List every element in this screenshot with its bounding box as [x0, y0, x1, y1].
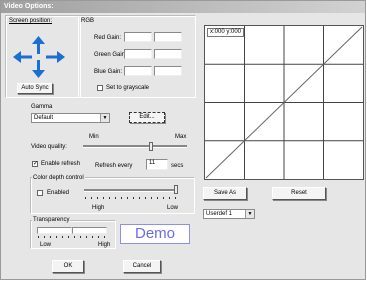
title-bar: Video Options: [1, 1, 365, 13]
chevron-down-icon: ▼ [100, 114, 109, 122]
preset-select[interactable]: Userdef 1 ▼ [203, 209, 255, 219]
slider-track [83, 145, 187, 148]
slider-thumb[interactable] [174, 185, 178, 194]
gamma-label: Gamma [31, 104, 53, 110]
transparency-slider[interactable] [37, 227, 109, 239]
transparency-high-label: High [98, 242, 111, 248]
slider-ticks [38, 236, 106, 238]
color-depth-slider[interactable] [84, 185, 180, 203]
position-arrows [13, 35, 65, 79]
arrow-left-icon[interactable] [13, 51, 32, 63]
video-options-dialog: Video Options: Screen position: Auto Syn [0, 0, 366, 280]
color-depth-enabled-label: Enabled [47, 190, 70, 196]
slider-track [84, 189, 178, 192]
color-depth-enabled-checkbox[interactable] [37, 190, 43, 196]
arrow-right-icon[interactable] [46, 51, 65, 63]
gamma-curve-svg [205, 26, 363, 179]
screen-position-label: Screen position: [9, 18, 53, 24]
video-quality-label: Video quality: [31, 144, 67, 150]
enable-refresh-checkbox[interactable]: ✓ [32, 161, 38, 167]
grayscale-checkbox[interactable] [97, 85, 103, 91]
transparency-track-right [72, 227, 107, 234]
gamma-edit-button[interactable]: Edit... [129, 112, 165, 123]
rgb-label: RGB [81, 18, 95, 24]
quality-min-label: Min [89, 134, 99, 140]
reset-button[interactable]: Reset [272, 187, 326, 200]
demo-preview-text: Demo [120, 224, 190, 244]
window-title: Video Options: [4, 3, 54, 10]
color-depth-label: Color depth control [32, 175, 85, 182]
blue-gain-field-1[interactable] [124, 66, 152, 76]
preset-selected-value: Userdef 1 [206, 211, 233, 217]
cancel-button[interactable]: Cancel [123, 260, 161, 273]
chevron-down-icon: ▼ [245, 210, 254, 218]
slider-thumb[interactable] [149, 142, 153, 151]
gamma-curve-graph[interactable]: x:000 y:000 [204, 25, 364, 180]
video-quality-slider[interactable] [83, 142, 189, 152]
red-gain-field-2[interactable] [154, 32, 182, 42]
color-depth-high-label: High [92, 205, 105, 211]
quality-max-label: Max [175, 134, 187, 140]
gamma-selected-value: Default [34, 115, 54, 121]
refresh-interval-input[interactable]: 11 [146, 159, 168, 170]
blue-gain-field-2[interactable] [154, 66, 182, 76]
grayscale-label: Set to grayscale [106, 85, 150, 91]
refresh-unit-label: secs [171, 163, 184, 169]
arrow-down-icon[interactable] [32, 60, 45, 78]
color-depth-low-label: Low [167, 205, 179, 211]
transparency-low-label: Low [40, 242, 52, 248]
green-gain-label: Green Gain: [94, 52, 127, 58]
red-gain-field-1[interactable] [124, 32, 152, 42]
auto-sync-button[interactable]: Auto Sync [17, 83, 53, 94]
ok-button[interactable]: OK [52, 260, 84, 273]
coordinate-readout: x:000 y:000 [207, 28, 245, 37]
red-gain-label: Red Gain: [94, 35, 122, 41]
refresh-every-label: Refresh every [95, 163, 133, 169]
transparency-track-left [37, 227, 72, 234]
arrow-up-icon[interactable] [32, 36, 45, 54]
green-gain-field-2[interactable] [154, 49, 182, 59]
transparency-label: Transparency [32, 217, 71, 224]
slider-ticks [85, 197, 177, 199]
blue-gain-label: Blue Gain: [94, 69, 123, 75]
gamma-select[interactable]: Default ▼ [31, 113, 110, 123]
enable-refresh-label: Enable refresh [41, 161, 81, 167]
green-gain-field-1[interactable] [124, 49, 152, 59]
save-as-button[interactable]: Save As [203, 187, 247, 200]
